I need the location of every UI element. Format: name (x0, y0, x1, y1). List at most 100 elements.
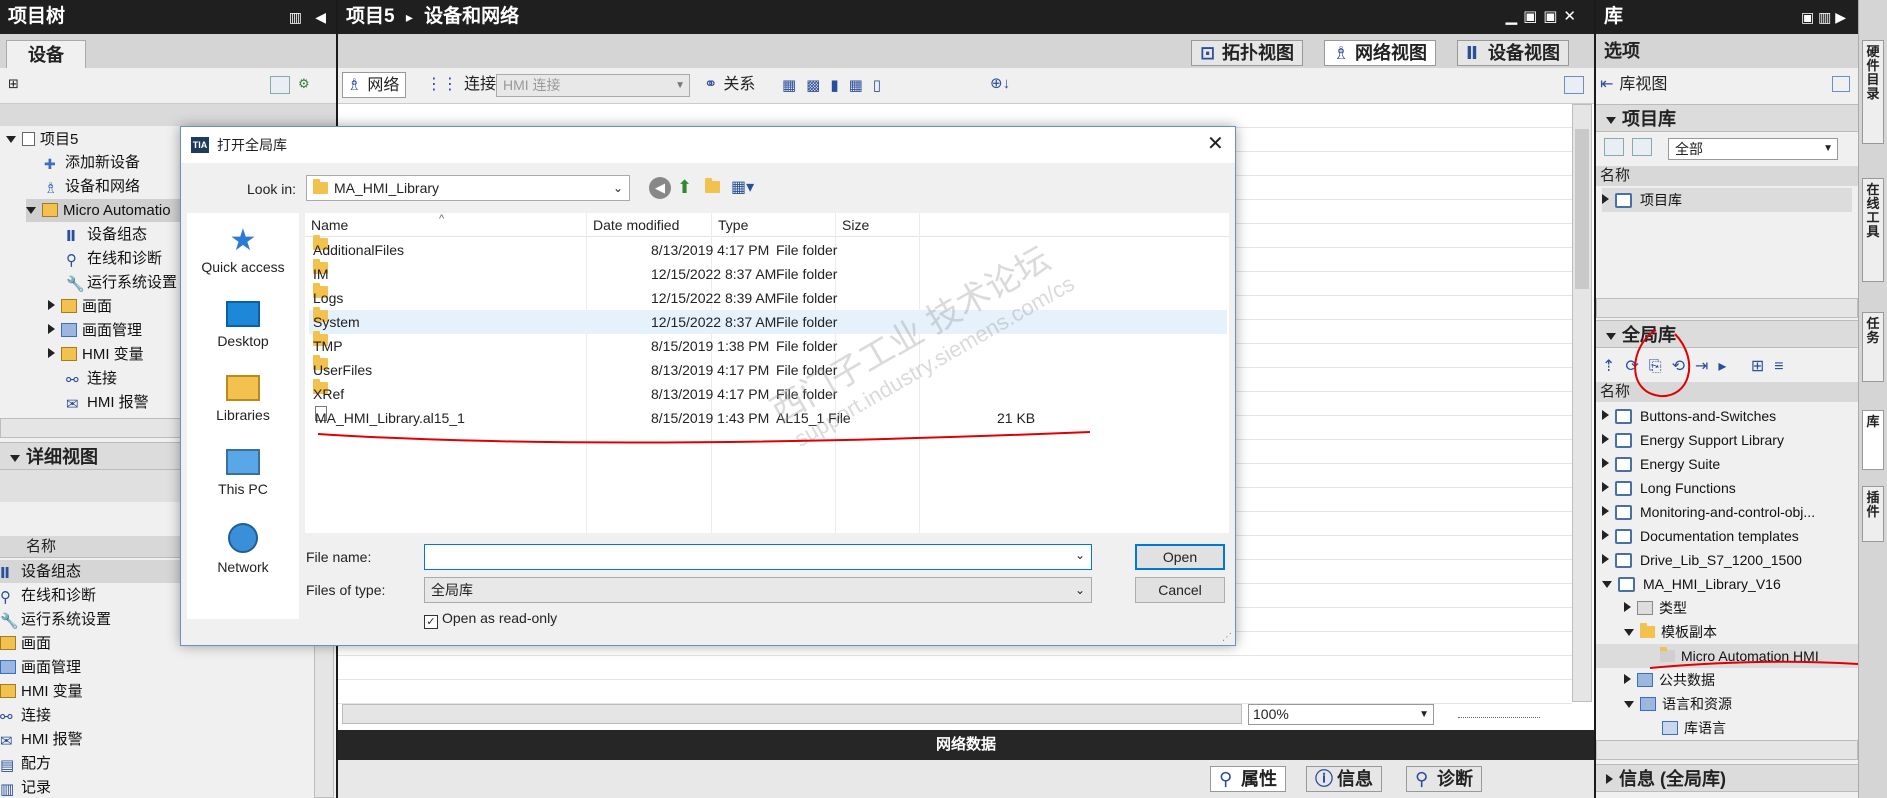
canvas-horizontal-scrollbar[interactable] (342, 704, 1242, 724)
tab-network-view[interactable]: ♗ 网络视图 (1324, 40, 1436, 66)
detail-item-screens[interactable]: 画面 (0, 632, 51, 655)
detail-item-online-diag[interactable]: ⚲ 在线和诊断 (0, 584, 96, 607)
open-button[interactable]: Open (1135, 544, 1225, 570)
col-name[interactable]: Name (311, 213, 348, 237)
tree-item-connections[interactable]: ⚯ 连接 (66, 367, 117, 390)
network-button[interactable]: ♗ 网络 (342, 72, 407, 98)
col-size[interactable]: Size (842, 213, 869, 237)
chevron-down-icon[interactable]: ⌄ (1075, 548, 1085, 562)
expand-icon[interactable] (1624, 674, 1631, 684)
collapse-left-icon[interactable]: ◀ (315, 0, 326, 34)
window-controls-icon[interactable]: ▁▣▣✕ (1506, 0, 1582, 34)
tab-device-view[interactable]: Ⅱ 设备视图 (1457, 40, 1569, 66)
expand-icon[interactable] (1602, 581, 1612, 588)
tree-item-hmi-tags[interactable]: HMI 变量 (48, 343, 144, 366)
expand-icon[interactable] (1602, 530, 1609, 540)
canvas-vertical-scrollbar[interactable] (1572, 104, 1592, 702)
place-this-pc[interactable]: This PC (187, 445, 299, 507)
collapse-icon[interactable] (1606, 117, 1616, 124)
place-quick-access[interactable]: ★ Quick access (187, 223, 299, 285)
tab-properties[interactable]: ⚲ 属性 (1210, 766, 1286, 792)
detail-item-recipes[interactable]: ▤ 配方 (0, 752, 51, 775)
expand-icon[interactable] (1606, 774, 1613, 784)
tree-item-screens[interactable]: 画面 (48, 295, 112, 318)
new-folder-icon[interactable] (705, 178, 726, 196)
place-desktop[interactable]: Desktop (187, 297, 299, 359)
detail-item-hmi-alarms[interactable]: ✉ HMI 报警 (0, 728, 83, 751)
lib-item-micro-automation-hmi[interactable]: Micro Automation HMI (1596, 644, 1858, 668)
expand-icon[interactable] (1602, 434, 1609, 444)
file-name-input[interactable]: ⌄ (424, 544, 1092, 570)
view-menu-icon[interactable]: ▦▾ (731, 177, 754, 197)
col-type[interactable]: Type (718, 213, 748, 237)
expand-icon[interactable] (1602, 194, 1609, 204)
panel-toggle-icon[interactable] (1832, 76, 1850, 92)
project-library-item[interactable]: 项目库 (1602, 188, 1852, 212)
expand-icon[interactable] (1602, 482, 1609, 492)
file-row-system[interactable]: System 12/15/2022 8:37 AM File folder (309, 307, 1227, 334)
scroll-thumb[interactable] (1575, 129, 1589, 289)
lib-item-documentation[interactable]: Documentation templates (1602, 524, 1799, 548)
zoom-slider[interactable] (1458, 712, 1540, 718)
file-row-im[interactable]: IM 12/15/2022 8:37 AM File folder (309, 259, 1227, 286)
detail-item-hmi-tags[interactable]: HMI 变量 (0, 680, 83, 703)
tree-item-hmi-alarms[interactable]: ✉ HMI 报警 (66, 391, 149, 414)
lib-item-monitoring[interactable]: Monitoring-and-control-obj... (1602, 500, 1815, 524)
tab-libraries[interactable]: 库 (1862, 410, 1884, 470)
info-global-library-header[interactable]: 信息 (全局库) (1596, 764, 1858, 792)
tab-info[interactable]: ⓘ 信息 (1306, 766, 1382, 792)
detail-item-screen-mgmt[interactable]: 画面管理 (0, 656, 81, 679)
lib-item-drive-lib[interactable]: Drive_Lib_S7_1200_1500 (1602, 548, 1802, 572)
expand-icon[interactable] (1624, 602, 1631, 612)
global-library-col-name[interactable]: 名称 (1596, 382, 1858, 402)
open-library-icon[interactable] (1604, 138, 1624, 156)
collapse-icon[interactable] (10, 455, 20, 462)
tree-item-project[interactable]: 项目5 (6, 128, 78, 151)
tab-hardware-catalog[interactable]: 硬件目录 (1862, 40, 1884, 144)
tab-devices[interactable]: 设备 (6, 40, 86, 68)
expand-icon[interactable] (1602, 506, 1609, 516)
file-row-logs[interactable]: Logs 12/15/2022 8:39 AM File folder (309, 283, 1227, 310)
tab-topology-view[interactable]: ⊡ 拓扑视图 (1191, 40, 1303, 66)
back-icon[interactable]: ◀ (649, 177, 671, 199)
expand-icon[interactable] (1602, 410, 1609, 420)
connection-button[interactable]: ⋮⋮ 连接 (422, 72, 500, 98)
zoom-in-icon[interactable]: ⊕↓ (990, 74, 1010, 92)
expand-icon[interactable] (48, 324, 55, 334)
zoom-select[interactable]: 100% ▼ (1248, 704, 1434, 725)
detail-item-logs[interactable]: ▥ 记录 (0, 776, 51, 798)
place-network[interactable]: Network (187, 519, 299, 581)
expand-icon[interactable] (6, 136, 16, 143)
relation-button[interactable]: ⚭ 关系 (704, 72, 755, 98)
place-libraries[interactable]: Libraries (187, 371, 299, 433)
resize-grip-icon[interactable]: ⋰ (1222, 632, 1232, 643)
expand-icon[interactable] (1624, 701, 1634, 708)
filter-select[interactable]: 全部 ▼ (1668, 138, 1838, 160)
file-row-xref[interactable]: XRef 8/13/2019 4:17 PM File folder (309, 379, 1227, 406)
list-icon[interactable] (1632, 138, 1652, 156)
breadcrumb-project[interactable]: 项目5 (346, 6, 395, 27)
tree-item-screen-mgmt[interactable]: 画面管理 (48, 319, 142, 342)
expand-icon[interactable] (48, 348, 55, 358)
lib-item-buttons[interactable]: Buttons-and-Switches (1602, 404, 1776, 428)
toolbar-icons-group[interactable]: ▦▩▮▦▯ (782, 76, 982, 96)
expand-icon[interactable] (48, 300, 55, 310)
network-data-bar[interactable]: 网络数据 (338, 730, 1594, 760)
tab-tasks[interactable]: 任务 (1862, 312, 1884, 382)
look-in-select[interactable]: MA_HMI_Library ⌄ (306, 175, 630, 201)
file-row-additionalfiles[interactable]: AdditionalFiles 8/13/2019 4:17 PM File fol… (309, 235, 1227, 262)
close-icon[interactable]: ✕ (1207, 131, 1224, 156)
library-view-button[interactable]: ⇤ 库视图 (1600, 72, 1667, 98)
file-row-userfiles[interactable]: UserFiles 8/13/2019 4:17 PM File folder (309, 355, 1227, 382)
tab-diagnostics[interactable]: ⚲ 诊断 (1406, 766, 1482, 792)
expand-icon[interactable] (1602, 458, 1609, 468)
tree-options-icon[interactable]: ⚙ (298, 76, 318, 94)
lib-item-common-data[interactable]: 公共数据 (1624, 668, 1715, 692)
lib-item-types[interactable]: 类型 (1624, 596, 1687, 620)
tree-item-device-config[interactable]: Ⅱ 设备组态 (66, 223, 147, 246)
tab-addins[interactable]: 插件 (1862, 486, 1884, 542)
files-of-type-select[interactable]: 全局库 ⌄ (424, 577, 1092, 603)
expand-icon[interactable] (1624, 629, 1634, 636)
up-folder-icon[interactable]: ⬆ (677, 177, 692, 198)
expand-icon[interactable] (26, 207, 36, 214)
